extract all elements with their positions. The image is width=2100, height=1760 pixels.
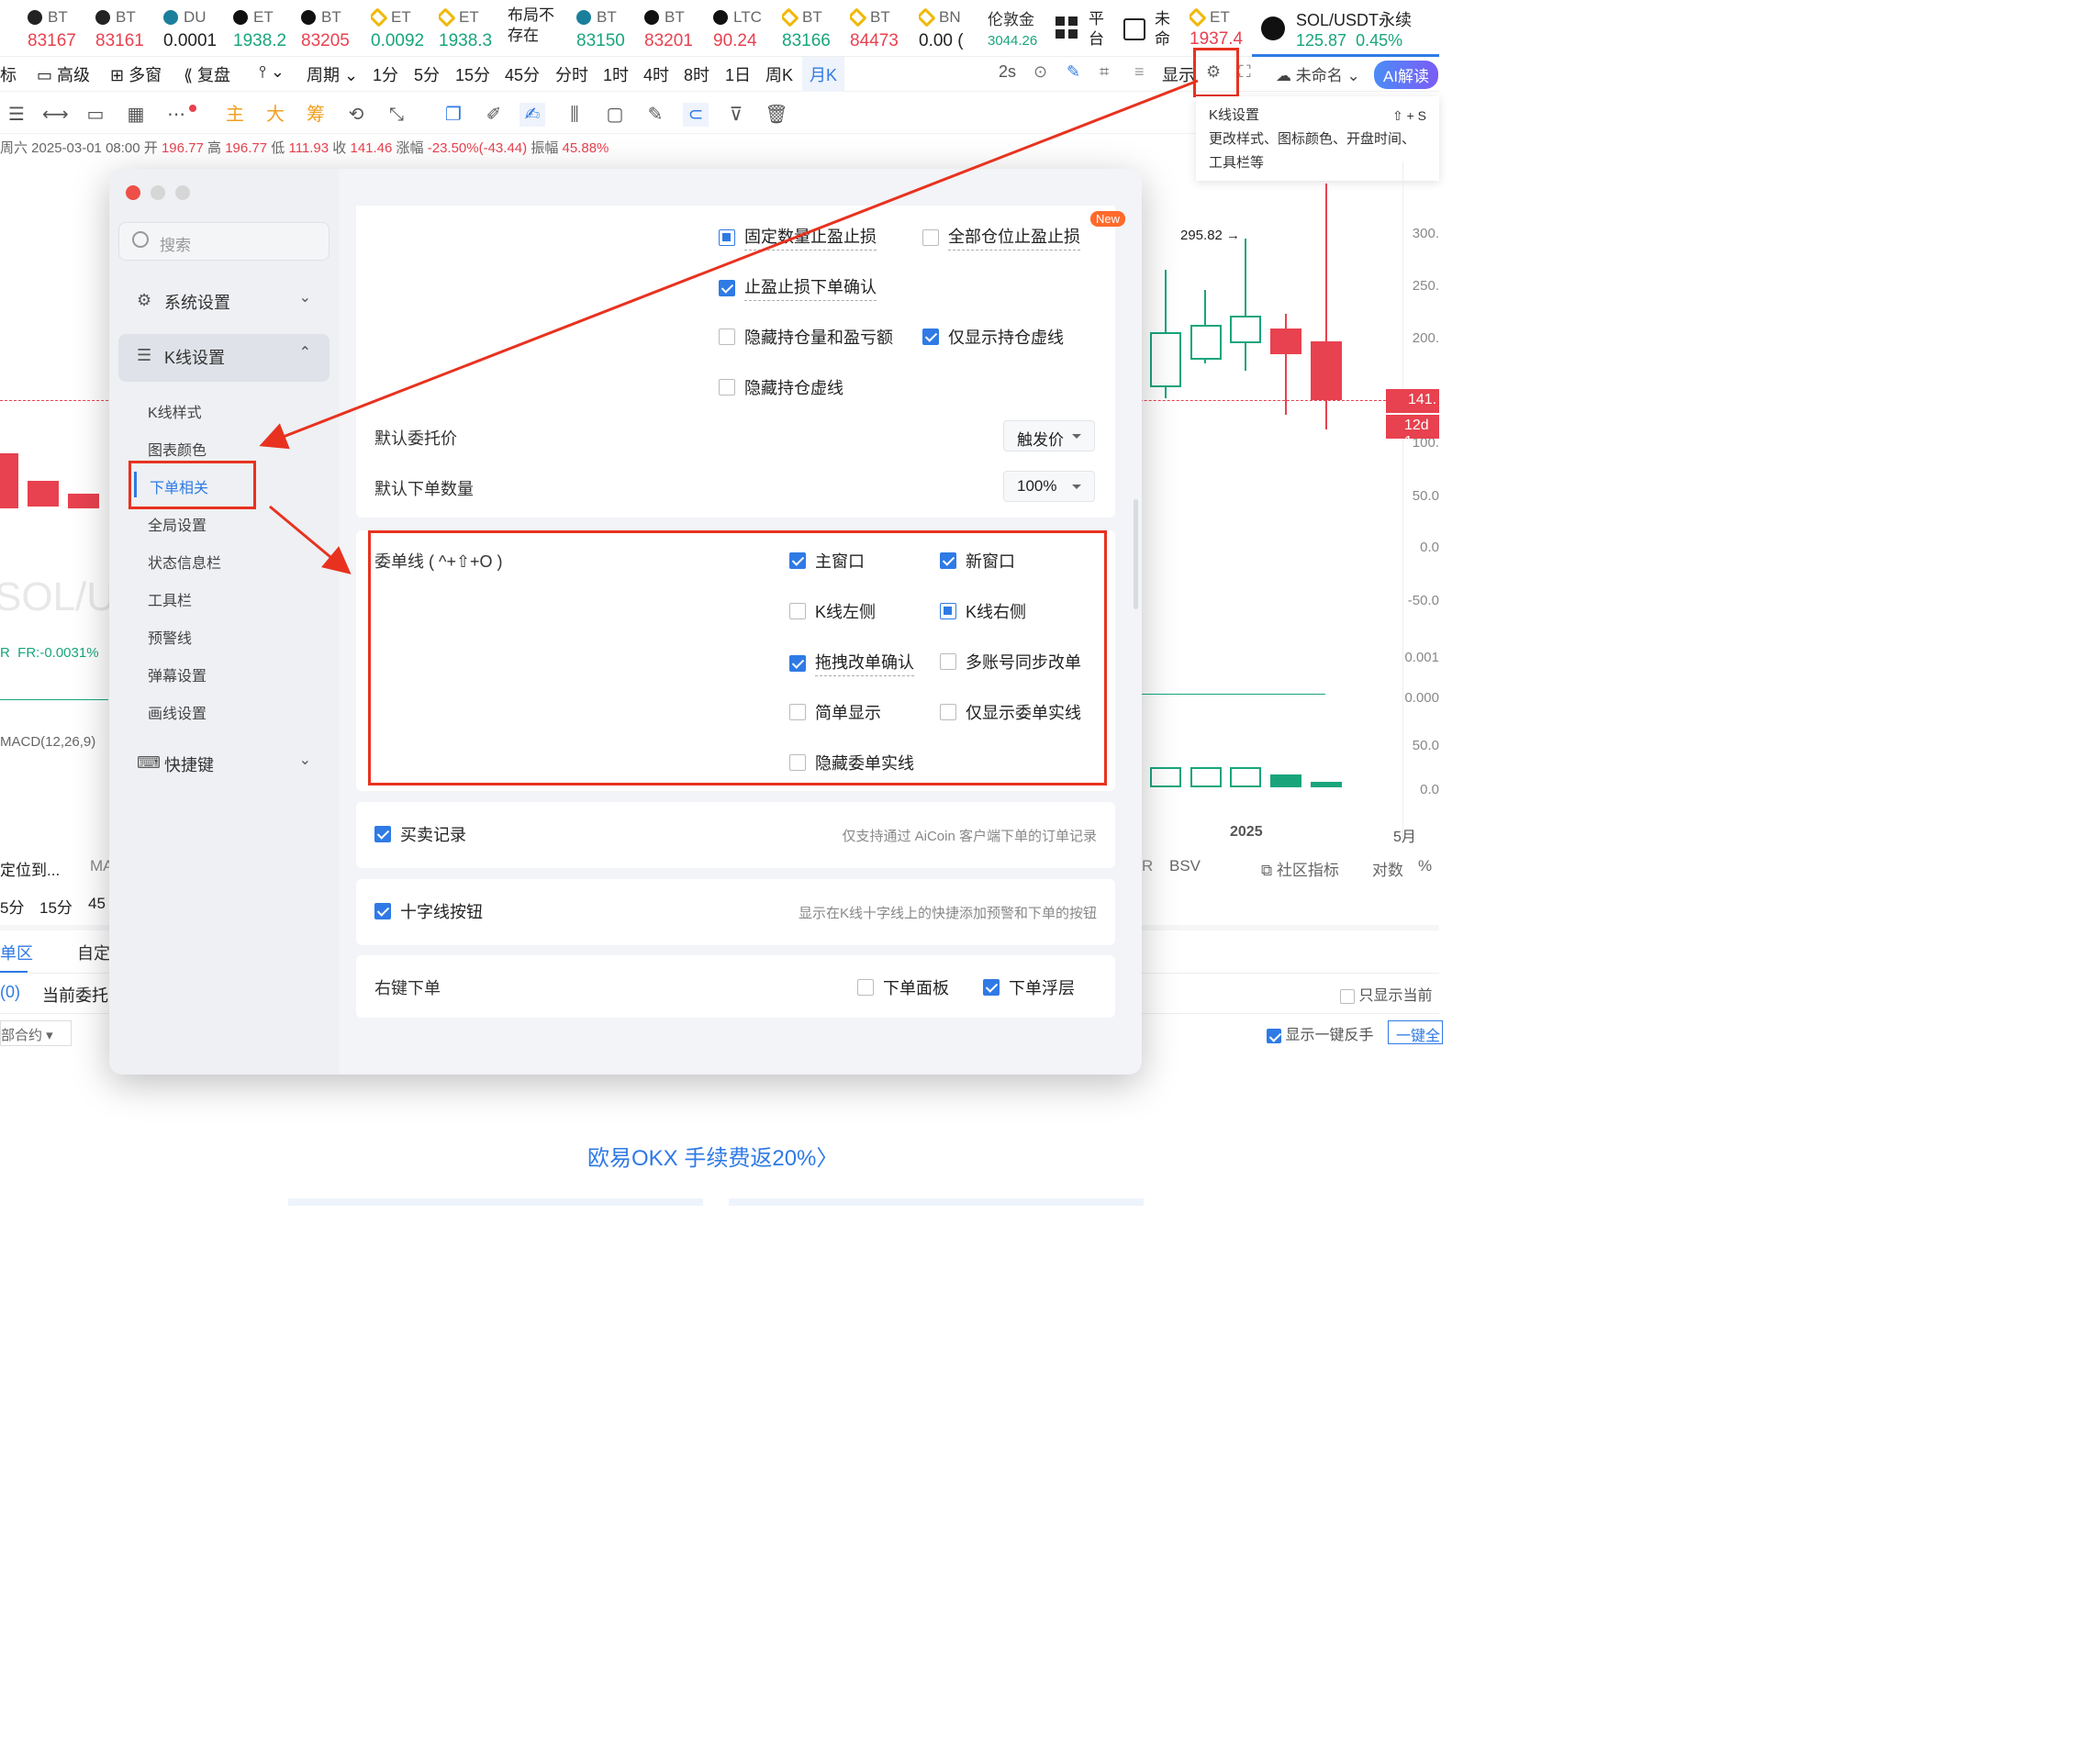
arrow-to-sidebar: [259, 79, 1199, 450]
annotation-arrows: [259, 79, 1199, 574]
arrow-to-order-line: [269, 505, 352, 574]
